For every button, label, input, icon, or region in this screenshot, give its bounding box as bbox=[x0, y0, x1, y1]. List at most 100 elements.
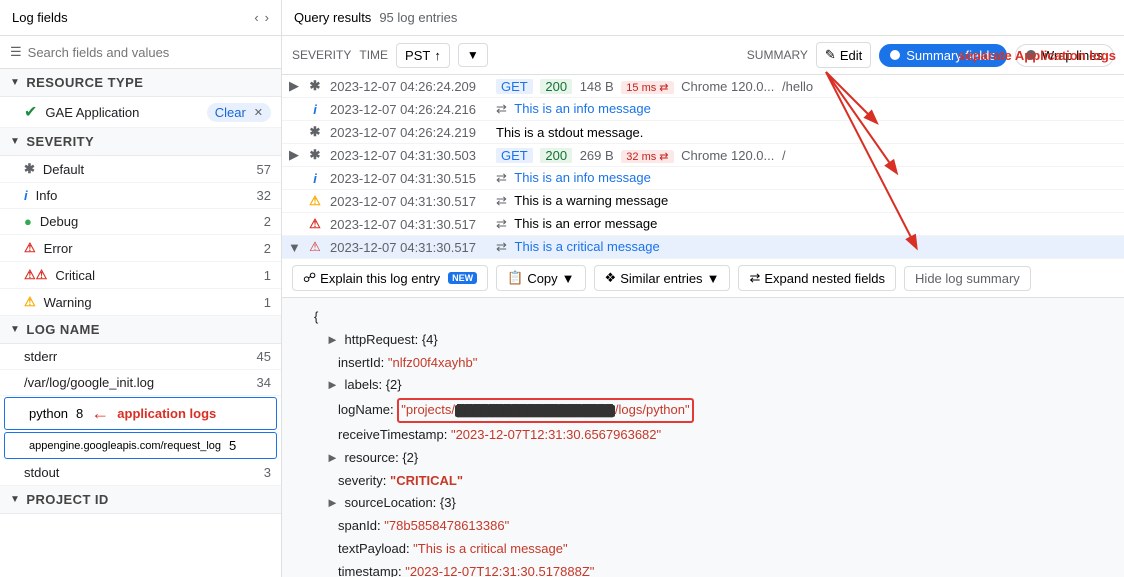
sev-icon: i bbox=[306, 102, 324, 117]
clear-btn[interactable]: ✕ bbox=[254, 106, 263, 119]
sev-default-icon: ✱ bbox=[24, 161, 35, 177]
json-open-brace: { bbox=[314, 306, 1108, 329]
log-python[interactable]: python 8 ← application logs bbox=[4, 397, 277, 430]
log-summary: GET 200 269 B 32 ms ⇄ Chrome 120.0... / bbox=[496, 148, 1118, 163]
severity-arrow: ▼ bbox=[10, 136, 20, 147]
project-id-section[interactable]: ▼ PROJECT ID bbox=[0, 486, 281, 514]
source-expand-icon[interactable]: ► bbox=[326, 495, 339, 510]
log-name-section[interactable]: ▼ LOG NAME bbox=[0, 316, 281, 344]
left-panel: Log fields ‹ › ☰ ▼ RESOURCE TYPE ✔ GAE A… bbox=[0, 0, 282, 577]
sev-debug[interactable]: ● Debug 2 bbox=[0, 209, 281, 235]
json-timestamp: timestamp: "2023-12-07T12:31:30.517888Z" bbox=[314, 561, 1108, 577]
json-severity: severity: "CRITICAL" bbox=[314, 470, 1108, 493]
hide-label: Hide log summary bbox=[915, 271, 1020, 286]
log-google-init-label: /var/log/google_init.log bbox=[24, 375, 243, 390]
wrap-lines-label: Wrap lines bbox=[1042, 48, 1103, 63]
sev-critical-icon: ⚠⚠ bbox=[24, 267, 47, 283]
log-stdout-count: 3 bbox=[251, 465, 271, 480]
sev-info[interactable]: i Info 32 bbox=[0, 183, 281, 209]
similar-label: Similar entries bbox=[620, 271, 702, 286]
json-span-id: spanId: "78b5858478613386" bbox=[314, 515, 1108, 538]
sev-icon: ⚠ bbox=[306, 239, 324, 255]
time-tz-btn[interactable]: PST ↑ bbox=[396, 43, 450, 68]
path-text: /hello bbox=[782, 79, 813, 94]
log-stdout-label: stdout bbox=[24, 465, 243, 480]
log-time: 2023-12-07 04:31:30.517 bbox=[330, 194, 490, 209]
copy-dropdown-icon: ▼ bbox=[562, 271, 575, 286]
sev-warning-label: Warning bbox=[44, 295, 243, 310]
header-icons[interactable]: ‹ › bbox=[254, 10, 269, 25]
log-stdout[interactable]: stdout 3 bbox=[0, 460, 281, 486]
log-summary: ⇄ This is an info message bbox=[496, 170, 1118, 186]
resource-expand-icon[interactable]: ► bbox=[326, 450, 339, 465]
http-expand-icon[interactable]: ► bbox=[326, 332, 339, 347]
sev-warning[interactable]: ⚠ Warning 1 bbox=[0, 289, 281, 316]
log-time: 2023-12-07 04:31:30.517 bbox=[330, 217, 490, 232]
toggle-dot bbox=[890, 50, 900, 60]
explain-icon: ☍ bbox=[303, 270, 316, 286]
expand-nested-btn[interactable]: ⇄ Expand nested fields bbox=[738, 265, 896, 291]
log-name-label: LOG NAME bbox=[26, 322, 100, 337]
table-row[interactable]: i 2023-12-07 04:31:30.515 ⇄ This is an i… bbox=[282, 167, 1124, 190]
sev-icon: i bbox=[306, 171, 324, 186]
log-summary: This is a stdout message. bbox=[496, 125, 1118, 140]
log-stderr[interactable]: stderr 45 bbox=[0, 344, 281, 370]
expand-icon[interactable]: ▼ bbox=[288, 240, 300, 255]
status-badge: 200 bbox=[540, 79, 572, 94]
wrap-lines-toggle[interactable]: Wrap lines bbox=[1015, 44, 1114, 67]
summary-fields-toggle[interactable]: Summary fields bbox=[879, 44, 1007, 67]
sev-default[interactable]: ✱ Default 57 bbox=[0, 156, 281, 183]
edit-btn[interactable]: ✎ Edit bbox=[816, 42, 871, 68]
hide-log-summary-btn[interactable]: Hide log summary bbox=[904, 266, 1031, 291]
log-google-init[interactable]: /var/log/google_init.log 34 bbox=[0, 370, 281, 396]
resource-type-section[interactable]: ▼ RESOURCE TYPE bbox=[0, 69, 281, 97]
sev-error-label: Error bbox=[44, 241, 243, 256]
project-id-label: PROJECT ID bbox=[26, 492, 108, 507]
sev-warning-count: 1 bbox=[251, 295, 271, 310]
search-input[interactable] bbox=[28, 45, 271, 60]
gae-chip[interactable]: Clear ✕ bbox=[207, 103, 271, 122]
table-row[interactable]: ▶ ✱ 2023-12-07 04:26:24.209 GET 200 148 … bbox=[282, 75, 1124, 98]
expand-icon[interactable]: ▶ bbox=[288, 147, 300, 163]
table-row[interactable]: i 2023-12-07 04:26:24.216 ⇄ This is an i… bbox=[282, 98, 1124, 121]
info-message: This is an info message bbox=[514, 170, 651, 185]
similar-entries-btn[interactable]: ❖ Similar entries ▼ bbox=[594, 265, 731, 291]
summary-fields-label: Summary fields bbox=[906, 48, 996, 63]
browser-text: Chrome 120.0... bbox=[681, 79, 774, 94]
expand-inline-icon: ⇄ bbox=[496, 216, 507, 231]
clear-label: Clear bbox=[215, 105, 246, 120]
sev-debug-label: Debug bbox=[40, 214, 243, 229]
table-row[interactable]: ⚠ 2023-12-07 04:31:30.517 ⇄ This is an e… bbox=[282, 213, 1124, 236]
sev-icon: ⚠ bbox=[306, 193, 324, 209]
prev-icon[interactable]: ‹ bbox=[254, 10, 258, 25]
severity-section[interactable]: ▼ SEVERITY bbox=[0, 128, 281, 156]
sev-debug-count: 2 bbox=[251, 214, 271, 229]
sev-info-count: 32 bbox=[251, 188, 271, 203]
table-row[interactable]: ▼ ⚠ 2023-12-07 04:31:30.517 ⇄ This is a … bbox=[282, 236, 1124, 259]
labels-expand-icon[interactable]: ► bbox=[326, 377, 339, 392]
check-icon: ✔ bbox=[24, 102, 37, 122]
next-icon[interactable]: › bbox=[265, 10, 269, 25]
json-http-request: ► httpRequest: {4} bbox=[314, 329, 1108, 352]
log-time: 2023-12-07 04:31:30.515 bbox=[330, 171, 490, 186]
log-time: 2023-12-07 04:31:30.517 bbox=[330, 240, 490, 255]
resource-type-gae[interactable]: ✔ GAE Application Clear ✕ bbox=[0, 97, 281, 128]
log-appengine[interactable]: appengine.googleapis.com/request_log 5 bbox=[4, 432, 277, 459]
critical-message: This is a critical message bbox=[515, 239, 660, 254]
expand-icon[interactable]: ▶ bbox=[288, 78, 300, 94]
query-results-title: Query results bbox=[294, 10, 371, 25]
table-row[interactable]: ▶ ✱ 2023-12-07 04:31:30.503 GET 200 269 … bbox=[282, 144, 1124, 167]
table-row[interactable]: ⚠ 2023-12-07 04:31:30.517 ⇄ This is a wa… bbox=[282, 190, 1124, 213]
sev-error[interactable]: ⚠ Error 2 bbox=[0, 235, 281, 262]
path-text: / bbox=[782, 148, 786, 163]
time-dropdown-btn[interactable]: ▼ bbox=[458, 43, 488, 67]
search-bar[interactable]: ☰ bbox=[0, 36, 281, 69]
info-message: This is an info message bbox=[514, 101, 651, 116]
sev-critical[interactable]: ⚠⚠ Critical 1 bbox=[0, 262, 281, 289]
table-row[interactable]: ✱ 2023-12-07 04:26:24.219 This is a stdo… bbox=[282, 121, 1124, 144]
copy-btn[interactable]: 📋 Copy ▼ bbox=[496, 265, 585, 291]
left-panel-header: Log fields ‹ › bbox=[0, 0, 281, 36]
expand-nested-icon: ⇄ bbox=[749, 270, 760, 286]
explain-btn[interactable]: ☍ Explain this log entry NEW bbox=[292, 265, 488, 291]
log-count: 95 log entries bbox=[379, 10, 457, 25]
